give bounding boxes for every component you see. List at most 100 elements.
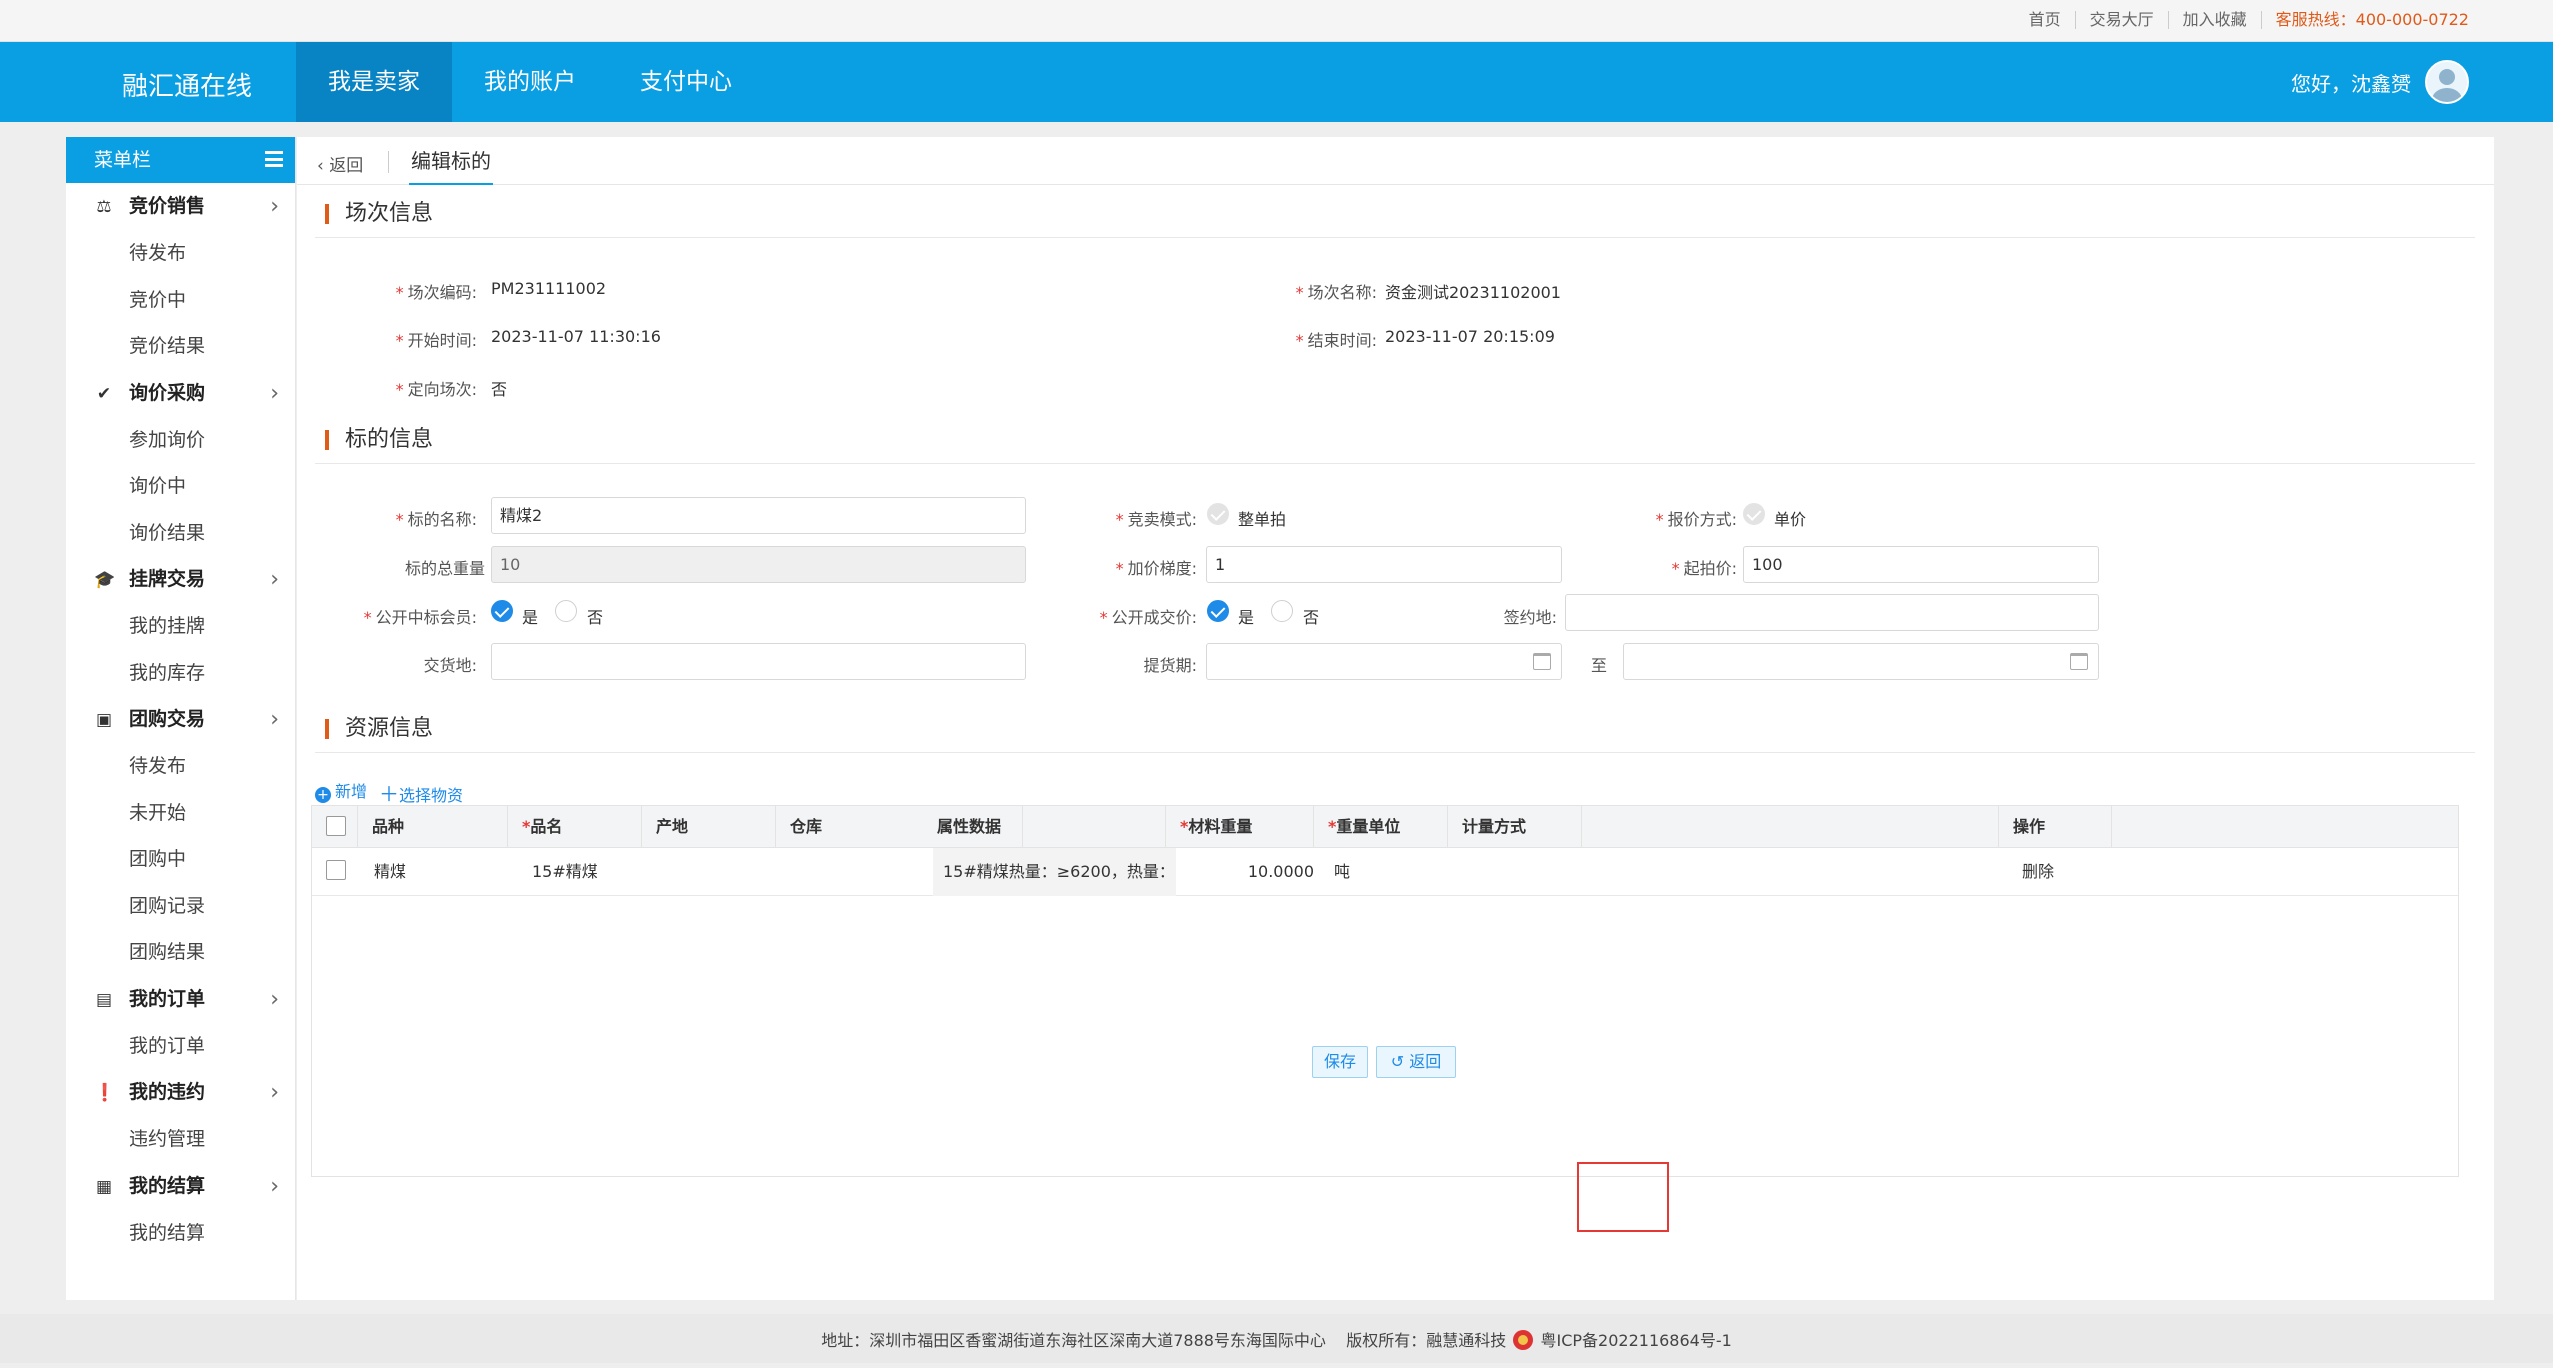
sidebar-item-inquiry-results[interactable]: 询价结果 <box>66 510 295 557</box>
date-range-to: 至 <box>1590 656 1607 675</box>
session-code-value: PM231111002 <box>491 279 607 298</box>
graduation-cap-icon: 🎓 <box>94 570 116 590</box>
col-attributes[interactable]: 属性数据 <box>923 806 1166 848</box>
target-name-input[interactable]: 精煤2 <box>491 497 1026 534</box>
user-greeting[interactable]: 您好，沈鑫赟 <box>2291 68 2411 97</box>
hotline-text: 客服热线：400-000-0722 <box>2275 10 2469 29</box>
trade-hall-link[interactable]: 交易大厅 <box>2076 11 2169 29</box>
start-price-label: * 起拍价: <box>1671 559 1737 578</box>
sidebar-group-label: 我的订单 <box>129 987 206 1010</box>
sign-place-label: 签约地: <box>1503 608 1557 627</box>
sidebar-item-gb-pending[interactable]: 待发布 <box>66 743 295 790</box>
sale-mode-value: 整单拍 <box>1238 510 1287 529</box>
footer-icp[interactable]: 粤ICP备2022116864号-1 <box>1541 1331 1732 1350</box>
sidebar-group-my-orders[interactable]: ▤ 我的订单 › <box>66 976 295 1023</box>
save-highlight-box <box>1577 1162 1669 1232</box>
public-winner-yes-radio[interactable] <box>491 600 513 622</box>
start-time-value: 2023-11-07 11:30:16 <box>491 327 661 346</box>
quote-method-radio[interactable] <box>1743 503 1765 525</box>
pickup-start-date-input[interactable] <box>1206 643 1562 680</box>
public-price-no-radio[interactable] <box>1271 600 1293 622</box>
sign-place-input[interactable] <box>1565 594 2099 631</box>
avatar[interactable] <box>2425 60 2469 104</box>
sidebar-group-listing-trade[interactable]: 🎓 挂牌交易 › <box>66 556 295 603</box>
sidebar-item-gb-not-started[interactable]: 未开始 <box>66 790 295 837</box>
calendar-icon[interactable] <box>2070 653 2088 670</box>
sidebar-item-bidding[interactable]: 竞价中 <box>66 277 295 324</box>
sidebar-group-my-settlement[interactable]: ▦ 我的结算 › <box>66 1163 295 1210</box>
public-price-yes-radio[interactable] <box>1207 600 1229 622</box>
public-winner-no-label: 否 <box>587 608 604 627</box>
total-weight-input[interactable]: 10 <box>491 546 1026 583</box>
chevron-right-icon: › <box>270 380 279 406</box>
pickup-end-date-input[interactable] <box>1623 643 2099 680</box>
save-button[interactable]: 保存 <box>1312 1046 1368 1078</box>
col-variety[interactable]: 品种 <box>358 806 508 848</box>
brand-logo[interactable]: 融汇通在线 <box>122 66 252 103</box>
col-weight-unit[interactable]: *重量单位 <box>1314 806 1448 848</box>
footer-copyright: 版权所有：融慧通科技 <box>1346 1331 1507 1350</box>
nav-account[interactable]: 我的账户 <box>452 42 608 122</box>
header-checkbox-cell <box>312 806 358 848</box>
add-resource-button[interactable]: + 新增 <box>315 778 367 803</box>
public-winner-no-radio[interactable] <box>555 600 577 622</box>
col-spacer <box>2103 806 2117 848</box>
sidebar-item-bid-results[interactable]: 竞价结果 <box>66 323 295 370</box>
sale-mode-radio[interactable] <box>1207 503 1229 525</box>
delivery-place-input[interactable] <box>491 643 1026 680</box>
sidebar-item-gb-records[interactable]: 团购记录 <box>66 883 295 930</box>
main-header: 融汇通在线 我是卖家 我的账户 支付中心 您好，沈鑫赟 <box>0 42 2553 122</box>
nav-payment[interactable]: 支付中心 <box>608 42 764 122</box>
divider <box>315 752 2475 753</box>
start-time-label: * 开始时间: <box>395 331 477 350</box>
add-resource-label: 新增 <box>335 782 368 801</box>
sidebar-item-my-inventory[interactable]: 我的库存 <box>66 650 295 697</box>
select-all-checkbox[interactable] <box>326 816 346 836</box>
session-name-value: 资金测试20231102001 <box>1385 283 1561 302</box>
sidebar-item-gb-results[interactable]: 团购结果 <box>66 929 295 976</box>
sidebar-item-default-management[interactable]: 违约管理 <box>66 1116 295 1163</box>
sidebar-item-my-settlement[interactable]: 我的结算 <box>66 1210 295 1257</box>
sidebar-group-label: 我的违约 <box>129 1081 206 1103</box>
row-checkbox[interactable] <box>326 860 346 880</box>
sidebar-group-label: 竞价销售 <box>129 195 206 217</box>
sidebar-item-my-orders[interactable]: 我的订单 <box>66 1023 295 1070</box>
main-content: ‹ 返回 编辑标的 场次信息 * 场次编码: PM231111002 * 场次名称:… <box>297 137 2494 1300</box>
sidebar-item-pending-publish[interactable]: 待发布 <box>66 230 295 277</box>
sidebar-group-my-defaults[interactable]: ❗ 我的违约 › <box>66 1069 295 1116</box>
select-material-button[interactable]: ＋选择物资 <box>379 778 463 807</box>
col-action[interactable]: 操作 <box>1998 806 2112 848</box>
public-price-yes-label: 是 <box>1238 608 1255 627</box>
back-button[interactable]: ↺ 返回 <box>1376 1046 1456 1078</box>
sidebar-item-my-listings[interactable]: 我的挂牌 <box>66 603 295 650</box>
sidebar-group-group-buy[interactable]: ▣ 团购交易 › <box>66 696 295 743</box>
col-material-weight[interactable]: *材料重量 <box>1166 806 1314 848</box>
cell-attributes[interactable]: 15#精煤热量：≥6200，热量：... <box>933 848 1176 896</box>
col-product[interactable]: *品名 <box>508 806 642 848</box>
sidebar-item-join-inquiry[interactable]: 参加询价 <box>66 417 295 464</box>
chevron-right-icon: › <box>270 194 279 219</box>
hamburger-menu-icon[interactable] <box>265 151 283 167</box>
calendar-icon[interactable] <box>1533 653 1551 670</box>
sidebar-item-gb-ongoing[interactable]: 团购中 <box>66 836 295 883</box>
nav-seller[interactable]: 我是卖家 <box>296 42 452 122</box>
sidebar-group-label: 挂牌交易 <box>129 568 206 590</box>
back-link[interactable]: ‹ 返回 <box>317 151 363 176</box>
delete-link[interactable]: 删除 <box>2012 848 2112 896</box>
cell-variety: 精煤 <box>374 862 407 881</box>
sale-mode-label: * 竞卖模式: <box>1115 510 1197 529</box>
col-measure-method[interactable]: 计量方式 <box>1448 806 1582 848</box>
sidebar-group-auction-sales[interactable]: ⚖ 竞价销售 › <box>66 183 295 230</box>
home-link[interactable]: 首页 <box>2015 11 2076 29</box>
table-header: 品种 *品名 产地 仓库 属性数据 *材料重量 *重量单位 计量方式 操作 <box>312 806 2458 848</box>
col-origin[interactable]: 产地 <box>642 806 776 848</box>
sidebar-group-inquiry-purchase[interactable]: ✔ 询价采购 › <box>66 370 295 417</box>
start-price-input[interactable]: 100 <box>1743 546 2099 583</box>
bid-step-input[interactable]: 1 <box>1206 546 1562 583</box>
add-favorite-link[interactable]: 加入收藏 <box>2169 11 2262 29</box>
divider <box>315 237 2475 238</box>
cell-measure <box>1458 848 1592 896</box>
tab-edit-target[interactable]: 编辑标的 <box>409 137 493 185</box>
sidebar-item-inquiring[interactable]: 询价中 <box>66 463 295 510</box>
sidebar-title: 菜单栏 <box>94 149 152 171</box>
